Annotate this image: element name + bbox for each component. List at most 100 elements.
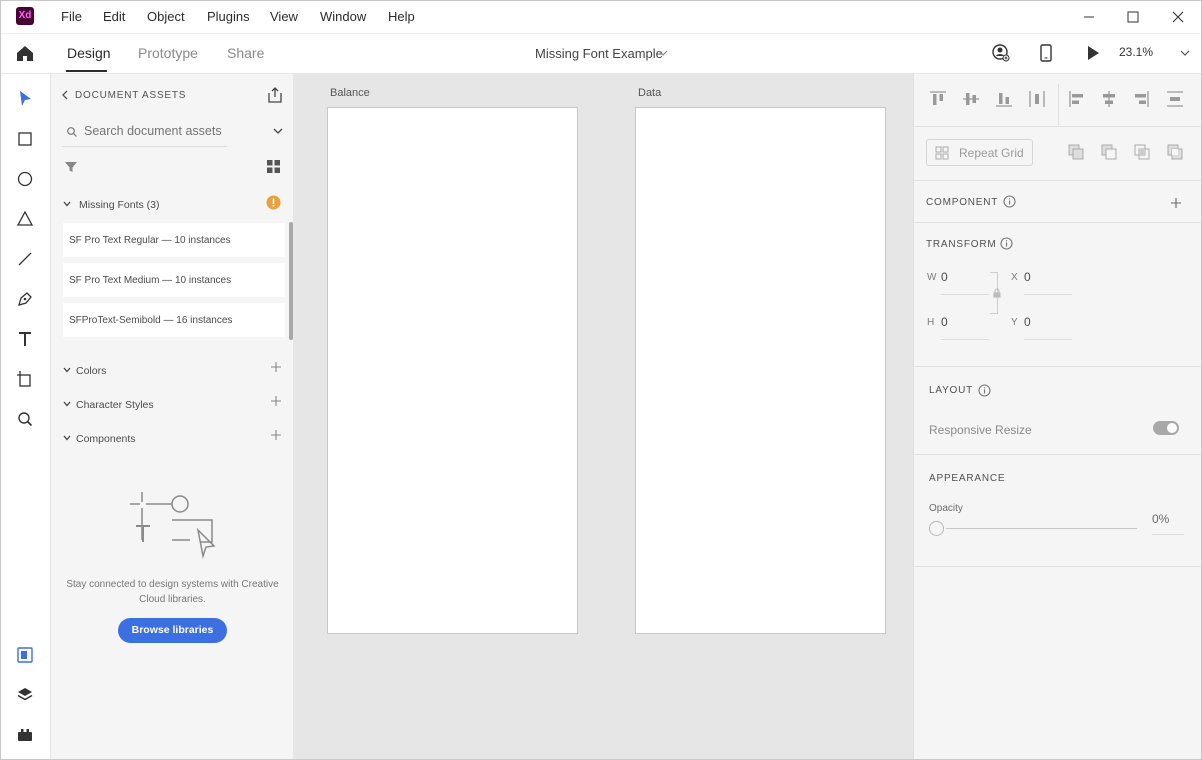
device-preview-button[interactable] xyxy=(1038,43,1054,63)
lock-icon xyxy=(993,288,1001,298)
export-assets-button[interactable] xyxy=(266,86,284,104)
layout-info-button[interactable] xyxy=(978,384,991,397)
align-middle-button[interactable] xyxy=(962,90,980,108)
repeat-grid-button[interactable]: Repeat Grid xyxy=(926,139,1033,166)
subtract-shapes-button[interactable] xyxy=(1100,143,1118,161)
home-button[interactable] xyxy=(15,44,35,62)
filter-icon xyxy=(65,162,77,172)
share-icon xyxy=(268,87,282,103)
repeat-grid-icon xyxy=(935,146,949,160)
play-preview-button[interactable] xyxy=(1085,44,1101,62)
components-toggle[interactable] xyxy=(62,433,72,443)
line-tool[interactable] xyxy=(15,249,35,269)
chevron-left-icon xyxy=(62,90,68,100)
missing-font-item[interactable]: SF Pro Text Medium — 10 instances xyxy=(63,263,285,297)
x-label: X xyxy=(1011,272,1018,283)
opacity-value[interactable]: 0% xyxy=(1152,512,1169,526)
document-assets-button[interactable] xyxy=(15,645,35,665)
maximize-button[interactable] xyxy=(1123,8,1143,26)
tab-prototype[interactable]: Prototype xyxy=(138,45,198,61)
menu-file[interactable]: File xyxy=(61,9,82,24)
menu-view[interactable]: View xyxy=(270,9,298,24)
filter-button[interactable] xyxy=(64,160,78,174)
create-component-button[interactable] xyxy=(1170,197,1182,209)
artboard-balance[interactable] xyxy=(327,107,578,634)
back-button[interactable] xyxy=(61,89,69,101)
align-right-button[interactable] xyxy=(1132,90,1150,108)
missing-fonts-toggle[interactable] xyxy=(62,199,72,209)
zoom-level[interactable]: 23.1% xyxy=(1119,45,1153,59)
close-window-button[interactable] xyxy=(1168,8,1188,26)
document-title[interactable]: Missing Font Example xyxy=(535,46,663,61)
search-input[interactable] xyxy=(84,124,224,138)
y-underline xyxy=(1024,339,1072,340)
divider xyxy=(913,222,1202,223)
components-section-label: Components xyxy=(76,433,136,445)
pen-tool[interactable] xyxy=(15,289,35,309)
tab-share[interactable]: Share xyxy=(227,45,264,61)
opacity-slider-knob[interactable] xyxy=(929,521,944,536)
menu-edit[interactable]: Edit xyxy=(103,9,125,24)
add-color-button[interactable] xyxy=(270,361,282,373)
intersect-shapes-button[interactable] xyxy=(1133,143,1151,161)
artboard-label[interactable]: Balance xyxy=(330,87,370,99)
transform-info-button[interactable] xyxy=(1000,237,1013,250)
zoom-tool[interactable] xyxy=(15,409,35,429)
plugins-button[interactable] xyxy=(15,725,35,745)
grid-view-button[interactable] xyxy=(266,159,281,174)
select-tool[interactable] xyxy=(15,89,35,109)
add-component-button[interactable] xyxy=(270,429,282,441)
add-character-style-button[interactable] xyxy=(270,395,282,407)
opacity-slider-track[interactable] xyxy=(946,528,1137,529)
add-shapes-button[interactable] xyxy=(1067,143,1085,161)
search-filter-dropdown[interactable] xyxy=(272,125,284,137)
missing-font-item[interactable]: SF Pro Text Regular — 10 instances xyxy=(63,223,285,257)
search-box[interactable] xyxy=(62,120,227,147)
rectangle-tool[interactable] xyxy=(15,129,35,149)
align-left-button[interactable] xyxy=(1068,90,1086,108)
y-field[interactable]: 0 xyxy=(1024,315,1031,329)
boolean-add-icon xyxy=(1068,144,1084,160)
invite-button[interactable] xyxy=(990,43,1012,63)
active-tab-indicator xyxy=(66,70,107,72)
layers-icon xyxy=(17,688,33,701)
missing-font-warning xyxy=(266,195,281,210)
width-field[interactable]: 0 xyxy=(941,270,948,284)
zoom-dropdown[interactable] xyxy=(1179,47,1191,59)
height-field[interactable]: 0 xyxy=(941,315,948,329)
menu-plugins[interactable]: Plugins xyxy=(207,9,250,24)
document-title-dropdown[interactable] xyxy=(657,47,669,59)
missing-font-item[interactable]: SFProText-Semibold — 16 instances xyxy=(63,303,285,337)
colors-toggle[interactable] xyxy=(62,365,72,375)
aspect-lock-button[interactable] xyxy=(992,288,1002,298)
info-icon xyxy=(1003,195,1016,208)
distribute-vertical-button[interactable] xyxy=(1166,90,1184,108)
component-info-button[interactable] xyxy=(1003,195,1016,208)
align-center-button[interactable] xyxy=(1100,90,1118,108)
artboard-tool[interactable] xyxy=(15,369,35,389)
boolean-intersect-icon xyxy=(1134,144,1150,160)
distribute-horizontal-button[interactable] xyxy=(1028,90,1046,108)
tab-design[interactable]: Design xyxy=(67,45,111,61)
ellipse-tool[interactable] xyxy=(15,169,35,189)
artboard-data[interactable] xyxy=(635,107,886,634)
browse-libraries-button[interactable]: Browse libraries xyxy=(118,618,227,643)
select-arrow-icon xyxy=(20,91,31,106)
polygon-tool[interactable] xyxy=(15,209,35,229)
menu-help[interactable]: Help xyxy=(388,9,415,24)
width-label: W xyxy=(927,272,937,283)
assets-panel-title: DOCUMENT ASSETS xyxy=(75,90,187,101)
menu-window[interactable]: Window xyxy=(320,9,366,24)
align-bottom-button[interactable] xyxy=(995,90,1013,108)
layers-button[interactable] xyxy=(15,685,35,705)
exclude-shapes-button[interactable] xyxy=(1166,143,1184,161)
opacity-label: Opacity xyxy=(929,503,963,514)
align-top-button[interactable] xyxy=(929,90,947,108)
artboard-label[interactable]: Data xyxy=(638,87,661,99)
text-tool[interactable] xyxy=(15,329,35,349)
minimize-button[interactable] xyxy=(1079,8,1099,26)
responsive-resize-toggle[interactable] xyxy=(1153,421,1179,435)
menu-object[interactable]: Object xyxy=(147,9,185,24)
character-styles-toggle[interactable] xyxy=(62,399,72,409)
x-field[interactable]: 0 xyxy=(1024,270,1031,284)
